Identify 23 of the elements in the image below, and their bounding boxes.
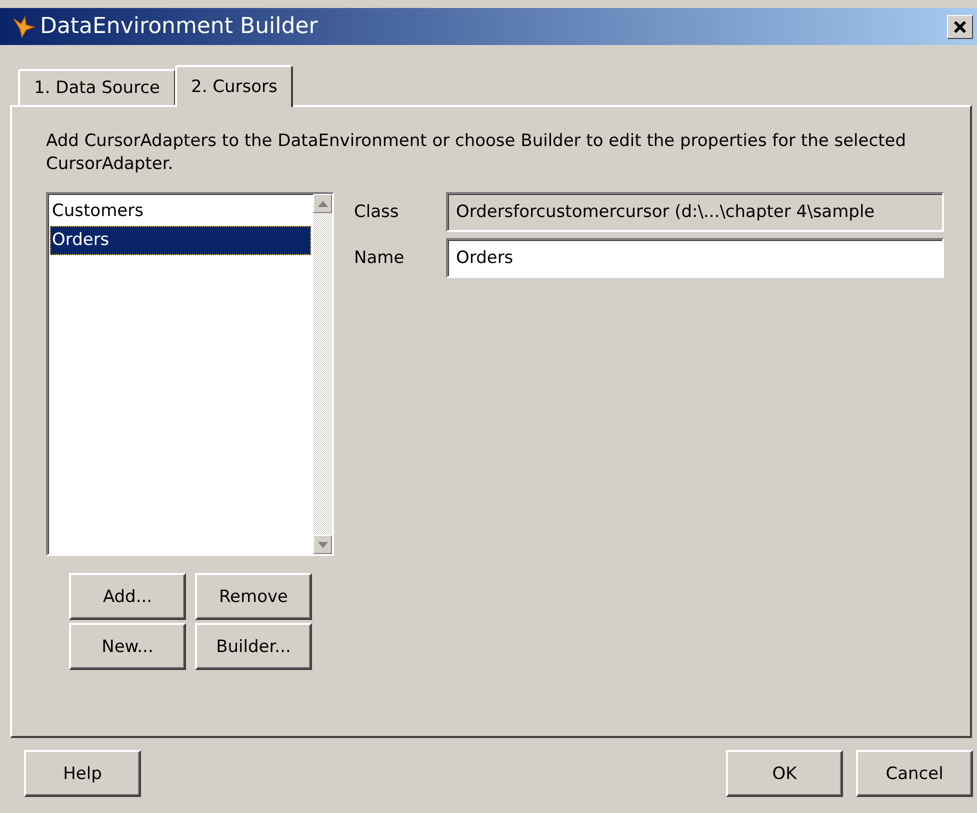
list-button[interactable]: Remove <box>195 573 312 620</box>
scroll-down-icon <box>318 542 328 548</box>
window-title: DataEnvironment Builder <box>40 14 319 39</box>
close-icon <box>953 20 967 34</box>
field-label: Class <box>354 202 400 222</box>
tab[interactable]: 2. Cursors <box>175 65 294 107</box>
list-item[interactable]: Customers <box>50 197 311 226</box>
list-item[interactable]: Orders <box>50 226 311 255</box>
description-text: Add CursorAdapters to the DataEnvironment or choose Builder to edit the properties for the selected CursorAdapter. <box>46 130 907 176</box>
dialog-button[interactable]: Cancel <box>856 750 973 797</box>
cursor-list[interactable]: Customers Orders <box>46 192 334 556</box>
dialog-button[interactable]: OK <box>726 750 843 797</box>
close-button[interactable] <box>947 14 973 38</box>
list-button[interactable]: Add... <box>69 573 186 620</box>
field-label: Name <box>354 248 406 268</box>
fox-icon <box>12 14 36 38</box>
help-button[interactable]: Help <box>24 750 141 797</box>
text-field[interactable]: Orders <box>446 238 944 278</box>
list-button[interactable]: Builder... <box>195 623 312 670</box>
tab[interactable]: 1. Data Source <box>18 69 176 105</box>
scrollbar[interactable] <box>313 194 332 554</box>
scroll-up-icon <box>318 200 328 206</box>
list-button[interactable]: New... <box>69 623 186 670</box>
